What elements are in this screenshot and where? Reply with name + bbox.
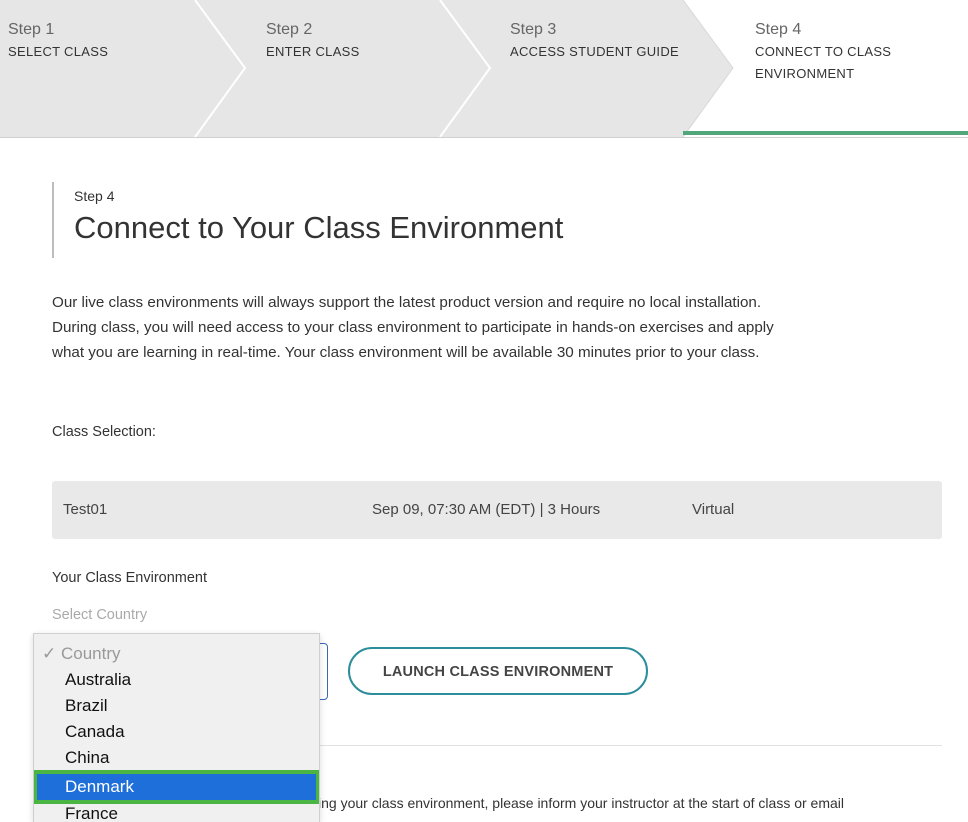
step-title: ENTER CLASS [266, 44, 360, 59]
step-1[interactable]: Step 1 SELECT CLASS [8, 20, 108, 62]
step-title-line2: ENVIRONMENT [755, 66, 855, 81]
dropdown-option-placeholder[interactable]: ✓ Country [34, 641, 319, 667]
step-number: Step 3 [510, 21, 557, 38]
class-mode: Virtual [692, 501, 735, 518]
active-step-indicator [683, 131, 968, 135]
intro-line: what you are learning in real-time. Your… [52, 344, 760, 361]
progress-stepper: Step 1 SELECT CLASS Step 2 ENTER CLASS S… [0, 0, 968, 138]
step-eyebrow: Step 4 [74, 188, 115, 204]
class-selection-label: Class Selection: [52, 424, 156, 440]
country-dropdown-menu[interactable]: ✓ Country Australia Brazil Canada China … [33, 633, 320, 822]
step-4[interactable]: Step 4 CONNECT TO CLASS ENVIRONMENT [755, 20, 891, 84]
step-number: Step 1 [8, 21, 55, 38]
select-country-label: Select Country [52, 607, 148, 623]
step-number: Step 4 [755, 21, 802, 38]
intro-line: Our live class environments will always … [52, 294, 762, 311]
step-title: SELECT CLASS [8, 44, 109, 59]
class-schedule: Sep 09, 07:30 AM (EDT) | 3 Hours [372, 501, 601, 518]
dropdown-option-canada[interactable]: Canada [34, 719, 319, 745]
launch-class-environment-button[interactable]: LAUNCH CLASS ENVIRONMENT [348, 647, 648, 695]
section-heading: Step 4 Connect to Your Class Environment [52, 182, 563, 258]
dropdown-option-denmark[interactable]: Denmark [34, 770, 319, 804]
dropdown-option-australia[interactable]: Australia [34, 667, 319, 693]
intro-line: During class, you will need access to yo… [52, 319, 774, 336]
step-title: ACCESS STUDENT GUIDE [510, 44, 680, 59]
intro-paragraph: Our live class environments will always … [52, 290, 942, 365]
dropdown-option-china[interactable]: China [34, 745, 319, 771]
step-title: CONNECT TO CLASS [755, 44, 892, 59]
class-row[interactable]: Test01 Sep 09, 07:30 AM (EDT) | 3 Hours … [52, 481, 942, 539]
class-name: Test01 [63, 501, 108, 518]
dropdown-option-brazil[interactable]: Brazil [34, 693, 319, 719]
page-title: Connect to Your Class Environment [74, 210, 564, 245]
step-2[interactable]: Step 2 ENTER CLASS [266, 20, 360, 62]
dropdown-option-france[interactable]: France [34, 801, 319, 822]
environment-label: Your Class Environment [52, 570, 208, 586]
step-3[interactable]: Step 3 ACCESS STUDENT GUIDE [510, 20, 679, 62]
support-text: ing your class environment, please infor… [318, 795, 844, 811]
section-divider [318, 745, 942, 746]
step-number: Step 2 [266, 21, 313, 38]
